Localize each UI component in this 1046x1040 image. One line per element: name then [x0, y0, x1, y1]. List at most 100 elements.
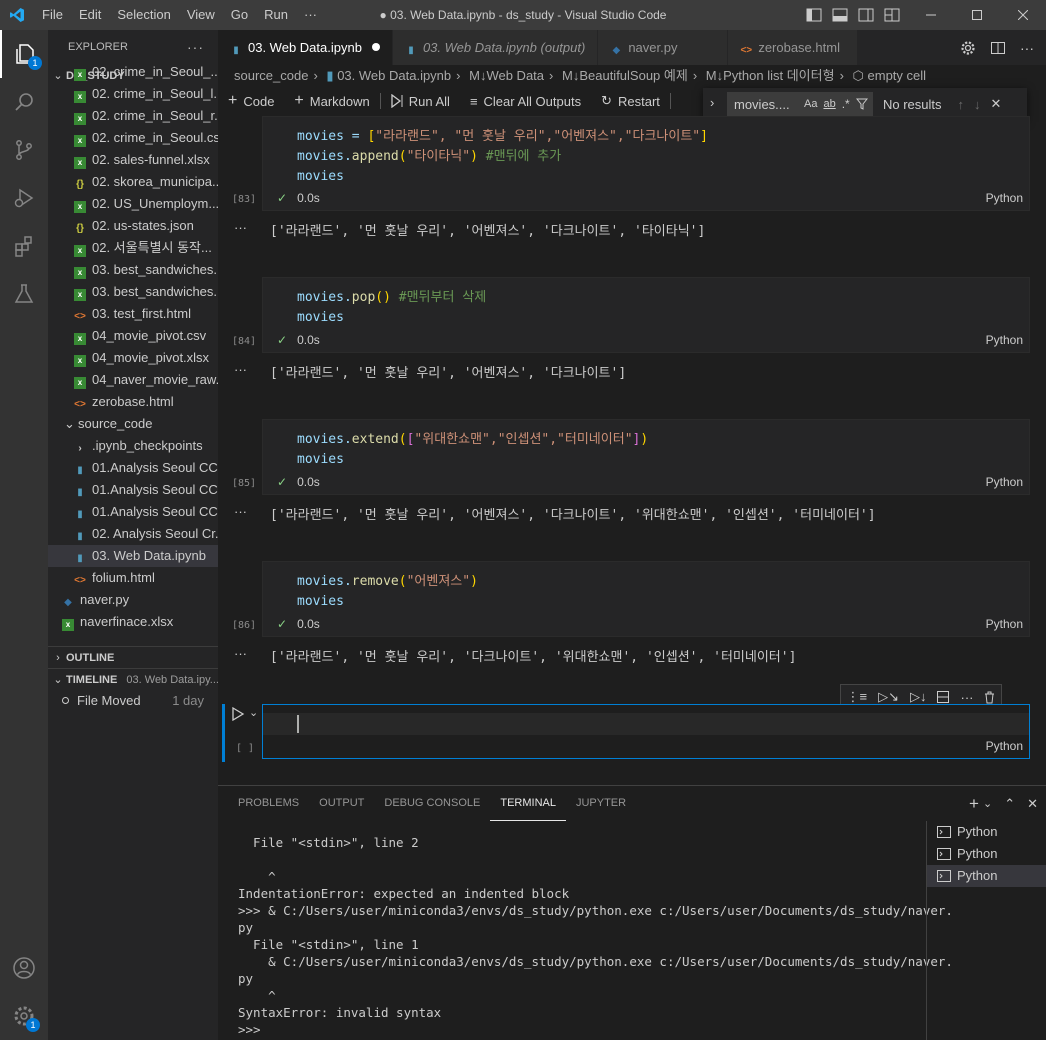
breadcrumb-item[interactable]: M↓Web Data — [469, 68, 544, 83]
code-cell[interactable]: movies.remove("어벤져스") movies ✓ 0.0s Pyth… — [262, 561, 1030, 637]
cell-language[interactable]: Python — [986, 736, 1023, 756]
run-below-icon[interactable]: ▷↘ — [878, 689, 899, 705]
match-case-icon[interactable]: Aa — [804, 98, 817, 110]
run-all-button[interactable]: Run All — [381, 94, 460, 109]
file-tree-item[interactable]: <> folium.html — [48, 567, 218, 589]
file-tree-item[interactable]: {} 02. skorea_municipa... — [48, 171, 218, 193]
menu-view[interactable]: View — [179, 0, 223, 30]
execute-and-below-icon[interactable]: ▷↓ — [910, 689, 927, 705]
gear-icon[interactable] — [960, 40, 976, 56]
more-actions-icon[interactable]: ··· — [1020, 40, 1034, 56]
code-editor[interactable]: movies.extend(["위대한쇼맨","인셉션","터미네이터"]) m… — [263, 420, 1029, 470]
breadcrumb-item[interactable]: M↓Python list 데이터형 — [706, 68, 835, 83]
tab-jupyter[interactable]: JUPYTER — [566, 786, 636, 821]
chevron-right-icon[interactable]: › — [710, 95, 714, 110]
customize-layout-icon[interactable] — [884, 8, 900, 22]
accounts-icon[interactable] — [0, 944, 48, 992]
file-tree-item[interactable]: ▮ 01.Analysis Seoul CC... — [48, 457, 218, 479]
file-tree-item[interactable]: › .ipynb_checkpoints — [48, 435, 218, 457]
code-cell[interactable]: movies.extend(["위대한쇼맨","인셉션","터미네이터"]) m… — [262, 419, 1030, 495]
tab-terminal[interactable]: TERMINAL — [490, 786, 566, 821]
breadcrumb-item[interactable]: 03. Web Data.ipynb — [337, 68, 451, 83]
file-tree-item[interactable]: ▮ 01.Analysis Seoul CC... — [48, 501, 218, 523]
clear-outputs-button[interactable]: ≡ Clear All Outputs — [460, 94, 591, 109]
tab-naver-py[interactable]: ◆ naver.py — [598, 30, 729, 65]
file-tree-item[interactable]: ▮ 01.Analysis Seoul CC... — [48, 479, 218, 501]
menu-file[interactable]: File — [34, 0, 71, 30]
next-match-icon[interactable]: ↓ — [974, 97, 981, 112]
maximize-icon[interactable] — [954, 0, 1000, 30]
explorer-more-icon[interactable]: ··· — [187, 30, 204, 65]
file-tree-item[interactable]: x 02. crime_in_Seoul_r... — [48, 105, 218, 127]
cell-language[interactable]: Python — [986, 330, 1023, 350]
outline-section[interactable]: › OUTLINE — [48, 646, 218, 668]
toggle-sidebar-icon[interactable] — [806, 8, 822, 22]
close-icon[interactable] — [1000, 0, 1046, 30]
file-tree-item[interactable]: x 03. best_sandwiches... — [48, 259, 218, 281]
file-tree-item[interactable]: <> 03. test_first.html — [48, 303, 218, 325]
output-more-icon[interactable]: ··· — [234, 362, 247, 377]
new-terminal-icon[interactable]: + — [969, 794, 979, 814]
file-tree-item[interactable]: x 04_movie_pivot.xlsx — [48, 347, 218, 369]
menu-selection[interactable]: Selection — [109, 0, 178, 30]
file-tree-item[interactable]: ▮ 02. Analysis Seoul Cr... — [48, 523, 218, 545]
run-options-chevron-icon[interactable]: ⌄ — [249, 706, 258, 719]
minimize-icon[interactable] — [908, 0, 954, 30]
code-cell[interactable]: movies.pop() #맨뒤부터 삭제 movies ✓ 0.0s Pyth… — [262, 277, 1030, 353]
run-above-icon[interactable]: ⋮≡ — [847, 689, 868, 705]
close-panel-icon[interactable]: ✕ — [1027, 796, 1038, 812]
file-tree-item[interactable]: x 02. 서울특별시 동작... — [48, 237, 218, 259]
source-control-icon[interactable] — [0, 126, 48, 174]
run-debug-icon[interactable] — [0, 174, 48, 222]
split-editor-icon[interactable] — [990, 40, 1006, 56]
tab-output[interactable]: OUTPUT — [309, 786, 374, 821]
testing-flask-icon[interactable] — [0, 270, 48, 318]
breadcrumb-item[interactable]: empty cell — [868, 68, 927, 83]
file-tree-item[interactable]: x 02. US_Unemploym... — [48, 193, 218, 215]
add-code-button[interactable]: + Code — [218, 92, 284, 110]
code-editor[interactable]: movies.pop() #맨뒤부터 삭제 movies — [263, 278, 1029, 328]
file-tree-item[interactable]: x 02. crime_in_Seoul_l... — [48, 83, 218, 105]
tab-debug-console[interactable]: DEBUG CONSOLE — [374, 786, 490, 821]
toggle-panel-icon[interactable] — [832, 8, 848, 22]
unsaved-dot-icon[interactable] — [371, 43, 380, 51]
menu-edit[interactable]: Edit — [71, 0, 109, 30]
file-tree-item[interactable]: ◆ naver.py — [48, 589, 218, 611]
output-more-icon[interactable]: ··· — [234, 646, 247, 661]
cell-language[interactable]: Python — [986, 472, 1023, 492]
file-tree-item[interactable]: x 04_movie_pivot.csv — [48, 325, 218, 347]
folder-source-code[interactable]: ⌄ source_code — [48, 413, 218, 435]
tab-web-data-notebook[interactable]: ▮ 03. Web Data.ipynb — [218, 30, 393, 65]
file-tree-item[interactable]: x 04_naver_movie_raw... — [48, 369, 218, 391]
more-cell-actions-icon[interactable]: ··· — [960, 690, 973, 705]
explorer-icon[interactable]: 1 — [0, 30, 48, 78]
toggle-secondary-sidebar-icon[interactable] — [858, 8, 874, 22]
file-tree-item[interactable]: x naverfinace.xlsx — [48, 611, 218, 633]
extensions-icon[interactable] — [0, 222, 48, 270]
maximize-panel-icon[interactable]: ⌃ — [1004, 796, 1015, 812]
run-cell-icon[interactable] — [231, 707, 245, 721]
menu-run[interactable]: Run — [256, 0, 296, 30]
file-tree-item[interactable]: x 02. crime_in_Seoul_... — [48, 61, 218, 83]
code-editor[interactable] — [263, 713, 1029, 735]
file-tree-item[interactable]: x 03. best_sandwiches... — [48, 281, 218, 303]
empty-code-cell[interactable]: Python — [262, 704, 1030, 759]
split-cell-icon[interactable] — [937, 691, 950, 703]
timeline-section[interactable]: ⌄ TIMELINE 03. Web Data.ipy... — [48, 668, 218, 690]
find-input[interactable]: movies.... Aa ab .* — [727, 92, 873, 116]
breadcrumb-item[interactable]: source_code — [234, 68, 308, 83]
restart-button[interactable]: ↻ Restart — [591, 93, 670, 109]
menu-go[interactable]: Go — [223, 0, 256, 30]
file-tree-item[interactable]: x 02. sales-funnel.xlsx — [48, 149, 218, 171]
close-find-icon[interactable]: ✕ — [991, 96, 1002, 112]
chevron-down-icon[interactable]: ⌄ — [983, 797, 992, 810]
tab-web-data-output[interactable]: ▮ 03. Web Data.ipynb (output) — [392, 30, 599, 65]
output-more-icon[interactable]: ··· — [234, 220, 247, 235]
terminal-item[interactable]: Python — [927, 843, 1046, 865]
output-more-icon[interactable]: ··· — [234, 504, 247, 519]
breadcrumb-item[interactable]: M↓BeautifulSoup 예제 — [562, 68, 688, 83]
timeline-entry[interactable]: File Moved 1 day — [48, 690, 218, 712]
terminal-item[interactable]: Python — [927, 821, 1046, 843]
settings-gear-icon[interactable]: 1 — [0, 992, 48, 1040]
cell-language[interactable]: Python — [986, 188, 1023, 208]
